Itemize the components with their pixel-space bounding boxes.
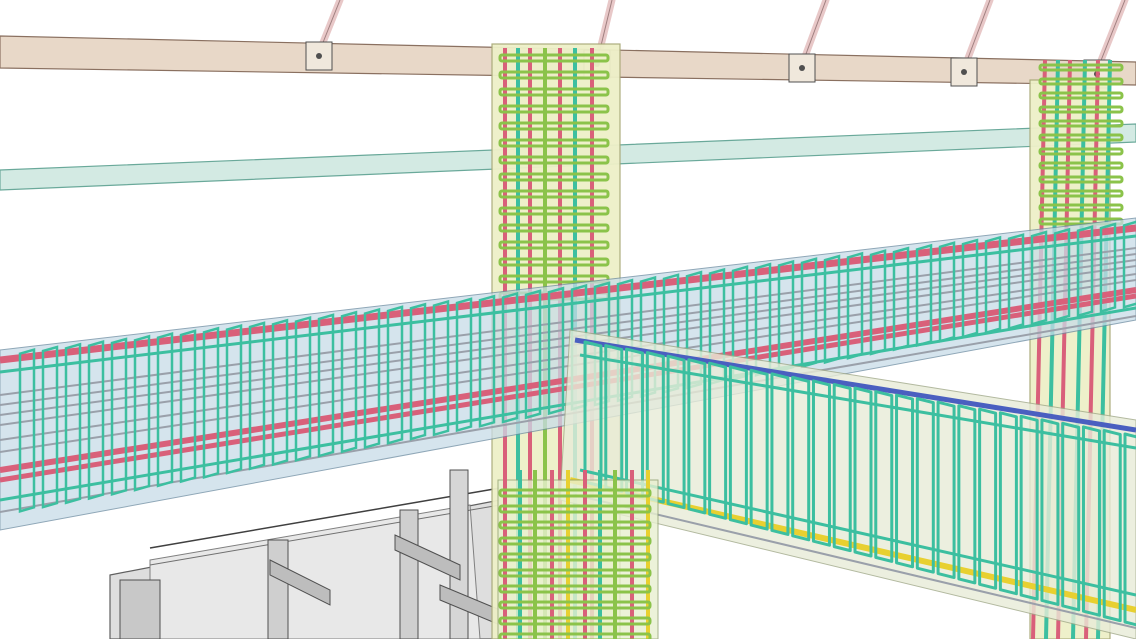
hanger-bolt — [316, 53, 322, 59]
lower-slab-hatch — [119, 579, 161, 639]
lower-column-2 — [399, 509, 419, 639]
lower-column-cage — [497, 470, 659, 639]
hanger-bolt — [961, 69, 967, 75]
lower-column-3 — [449, 469, 469, 639]
rebar-3d-view — [0, 0, 1136, 639]
hanger-bolt — [799, 65, 805, 71]
lower-column-1 — [267, 539, 289, 639]
